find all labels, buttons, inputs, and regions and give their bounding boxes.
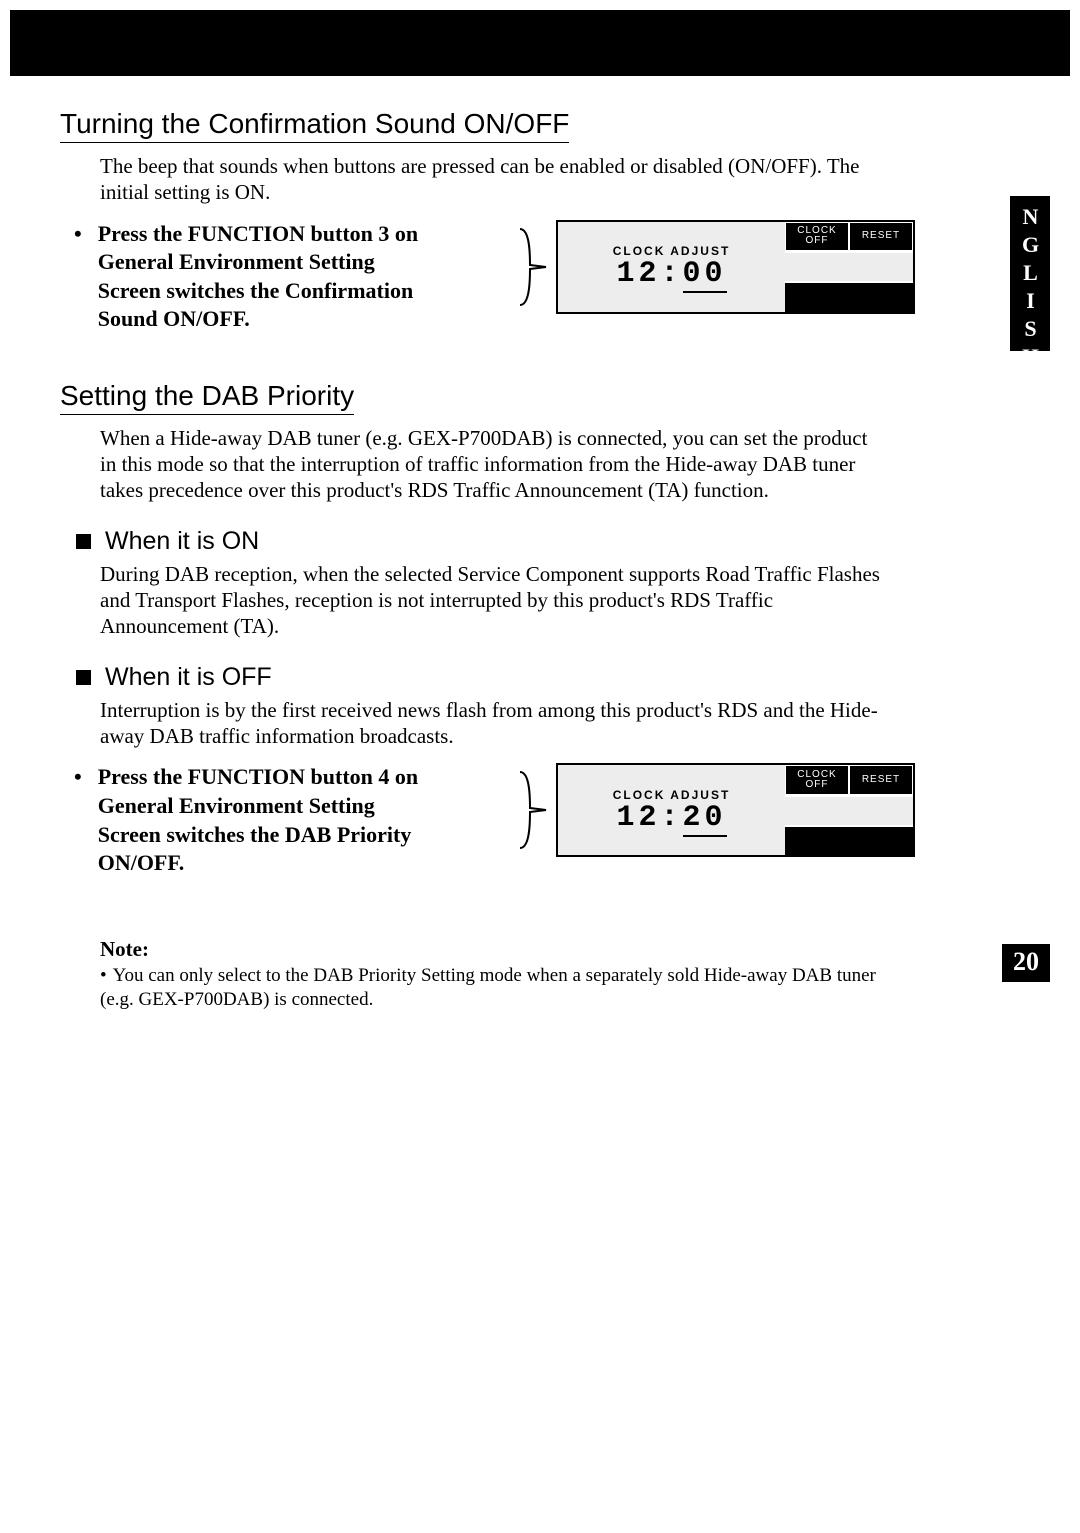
clock-off-button[interactable]: CLOCKOFF: [785, 222, 849, 252]
square-bullet-icon: [76, 670, 91, 685]
section-title-confirmation-sound: Turning the Confirmation Sound ON/OFF: [60, 106, 569, 143]
step-instruction: Press the FUNCTION button 4 on General E…: [98, 763, 428, 877]
side-bot-slot: [785, 825, 913, 855]
clock-off-button[interactable]: CLOCKOFF: [785, 765, 849, 795]
section-body: The beep that sounds when buttons are pr…: [100, 153, 880, 206]
note-item: •You can only select to the DAB Priority…: [100, 964, 880, 1012]
sub-body-off: Interruption is by the first received ne…: [100, 697, 880, 750]
pointer-icon: [516, 770, 550, 850]
sub-title-off: When it is OFF: [105, 662, 272, 693]
sub-body-on: During DAB reception, when the selected …: [100, 561, 880, 640]
square-bullet-icon: [76, 534, 91, 549]
side-mid-slot: [785, 795, 913, 825]
step-instruction: Press the FUNCTION button 3 on General E…: [98, 220, 428, 334]
side-mid-slot: [785, 251, 913, 281]
display-panel: CLOCK ADJUST 12:00 CLOCKOFF RESET: [556, 220, 915, 314]
pointer-icon: [516, 227, 550, 307]
sub-title-on: When it is ON: [105, 526, 259, 557]
display-panel: CLOCK ADJUST 12:20 CLOCKOFF RESET: [556, 763, 915, 857]
section-body: When a Hide-away DAB tuner (e.g. GEX-P70…: [100, 425, 880, 504]
bullet-icon: •: [74, 220, 82, 248]
side-bot-slot: [785, 281, 913, 311]
bullet-icon: •: [74, 763, 82, 791]
display-time: 12:00: [616, 259, 726, 289]
top-black-bar: [10, 10, 1070, 76]
section-title-dab-priority: Setting the DAB Priority: [60, 378, 354, 415]
note-label: Note:: [100, 936, 880, 962]
reset-button[interactable]: RESET: [849, 765, 913, 795]
reset-button[interactable]: RESET: [849, 222, 913, 252]
display-time: 12:20: [616, 803, 726, 833]
language-tab: ENGLISH: [1010, 196, 1050, 351]
page-number: 20: [1002, 944, 1050, 982]
